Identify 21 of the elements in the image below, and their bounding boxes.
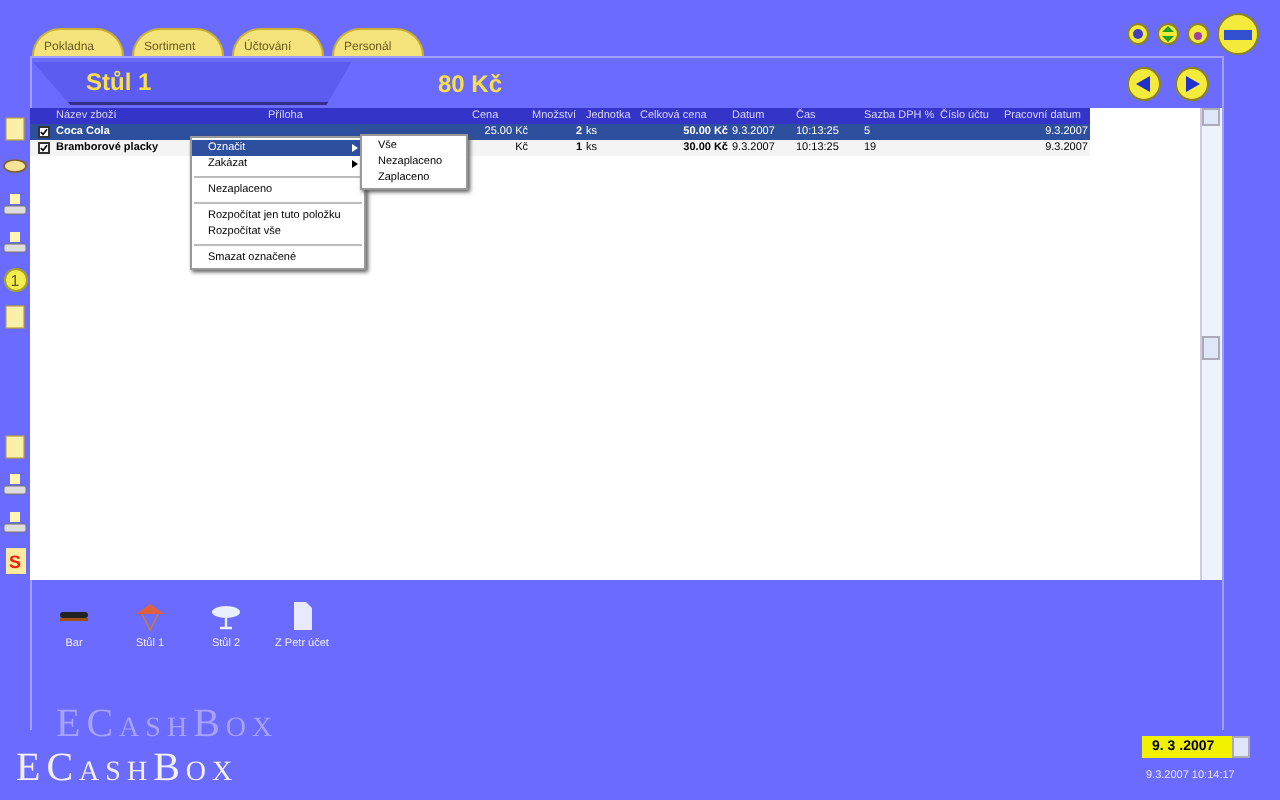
printer-icon[interactable] xyxy=(2,510,28,536)
scrollbar-thumb[interactable] xyxy=(1202,336,1220,360)
number-badge[interactable]: 1 xyxy=(3,268,27,292)
previous-button[interactable] xyxy=(1126,65,1162,101)
next-button[interactable] xyxy=(1174,65,1210,101)
page-icon[interactable] xyxy=(2,116,28,142)
logo-shadow: ECashBox xyxy=(56,706,279,742)
table-tab[interactable]: Stůl 1 xyxy=(32,61,352,105)
checkbox[interactable] xyxy=(38,126,50,138)
app-logo: ECashBox xyxy=(16,748,239,788)
letter-icon[interactable]: S xyxy=(5,548,25,574)
printer-icon[interactable] xyxy=(2,472,28,498)
page-icon[interactable] xyxy=(2,434,28,460)
checkbox[interactable] xyxy=(38,142,50,154)
printer-icon[interactable] xyxy=(2,230,28,256)
table-name: Stůl 1 xyxy=(86,67,152,95)
total-amount: 80 Kč xyxy=(438,69,503,97)
printer-icon[interactable] xyxy=(2,192,28,218)
up-down-icon[interactable] xyxy=(1156,22,1180,46)
page-icon[interactable] xyxy=(2,304,28,330)
lamp-icon[interactable] xyxy=(210,600,242,632)
